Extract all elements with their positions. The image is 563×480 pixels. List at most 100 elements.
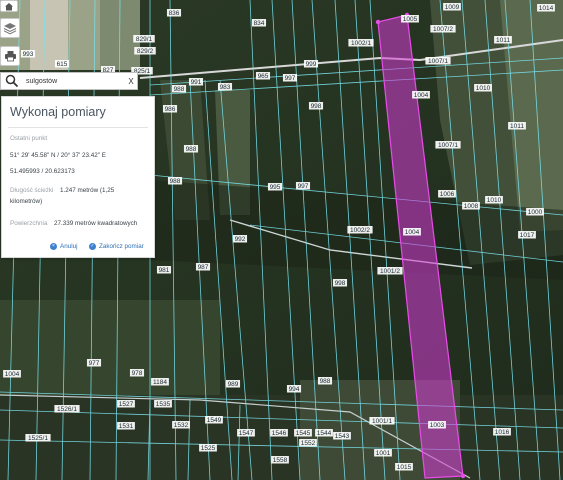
path-length-label: Długość ścieżki bbox=[10, 187, 54, 194]
svg-text:1004: 1004 bbox=[414, 92, 429, 99]
svg-text:1006: 1006 bbox=[440, 191, 455, 198]
cancel-label: Anuluj bbox=[60, 243, 78, 250]
home-icon bbox=[5, 2, 13, 10]
svg-text:1001/2: 1001/2 bbox=[380, 268, 400, 275]
parcel-number-label: 998 bbox=[308, 102, 324, 110]
parcel-number-label: 997 bbox=[295, 182, 311, 190]
parcel-number-label: 993 bbox=[20, 50, 36, 58]
parcel-number-label: 995 bbox=[267, 183, 283, 191]
measurement-vertex[interactable] bbox=[460, 473, 466, 479]
parcel-number-label: 1552 bbox=[299, 439, 317, 447]
svg-text:1558: 1558 bbox=[273, 457, 288, 464]
svg-text:615: 615 bbox=[57, 61, 68, 68]
area-value: 27.339 metrów kwadratowych bbox=[54, 220, 138, 227]
parcel-number-label: 1006 bbox=[438, 190, 456, 198]
measurement-vertex[interactable] bbox=[375, 19, 381, 25]
parcel-number-label: 829/1 bbox=[133, 35, 155, 43]
svg-text:1010: 1010 bbox=[476, 85, 491, 92]
parcel-number-label: 1017 bbox=[518, 231, 536, 239]
svg-text:977: 977 bbox=[89, 360, 100, 367]
svg-text:1002/1: 1002/1 bbox=[351, 40, 371, 47]
svg-text:1011: 1011 bbox=[496, 37, 510, 44]
svg-text:1552: 1552 bbox=[301, 440, 316, 447]
svg-text:1004: 1004 bbox=[5, 371, 20, 378]
svg-text:988: 988 bbox=[170, 178, 181, 185]
svg-text:989: 989 bbox=[228, 381, 239, 388]
svg-text:1543: 1543 bbox=[335, 433, 350, 440]
svg-text:1545: 1545 bbox=[296, 430, 311, 437]
printer-icon bbox=[4, 51, 16, 62]
clear-search-button[interactable]: X bbox=[125, 77, 137, 86]
layers-button[interactable] bbox=[0, 18, 20, 38]
parcel-number-label: 1008 bbox=[462, 202, 480, 210]
parcel-number-label: 1544 bbox=[315, 429, 333, 437]
parcel-number-label: 1549 bbox=[205, 416, 223, 424]
parcel-number-label: 1004 bbox=[412, 91, 430, 99]
home-button[interactable] bbox=[0, 0, 18, 12]
svg-text:991: 991 bbox=[191, 79, 202, 86]
svg-text:981: 981 bbox=[159, 267, 170, 274]
parcel-number-label: 997 bbox=[282, 74, 298, 82]
svg-text:1007/1: 1007/1 bbox=[438, 142, 458, 149]
svg-text:988: 988 bbox=[320, 378, 331, 385]
svg-text:987: 987 bbox=[198, 264, 209, 271]
parcel-number-label: 1007/1 bbox=[425, 57, 451, 65]
parcel-number-label: 1005 bbox=[401, 15, 419, 23]
svg-text:998: 998 bbox=[311, 103, 322, 110]
panel-title: Wykonaj pomiary bbox=[10, 105, 106, 119]
coords-decimal: 51.495993 / 20.623173 bbox=[10, 168, 75, 175]
svg-text:988: 988 bbox=[186, 146, 197, 153]
parcel-number-label: 1016 bbox=[493, 428, 511, 436]
check-icon: ✓ bbox=[89, 243, 96, 250]
area-label: Powierzchnia bbox=[10, 220, 48, 227]
svg-text:992: 992 bbox=[235, 236, 246, 243]
parcel-number-label: 977 bbox=[86, 359, 102, 367]
parcel-number-label: 1000 bbox=[526, 208, 544, 216]
search-icon[interactable] bbox=[4, 73, 20, 89]
svg-text:1015: 1015 bbox=[397, 464, 412, 471]
svg-text:1527: 1527 bbox=[119, 401, 134, 408]
svg-text:1005: 1005 bbox=[403, 16, 418, 23]
parcel-number-label: 1002/1 bbox=[348, 39, 374, 47]
parcel-number-label: 986 bbox=[162, 105, 178, 113]
parcel-number-label: 1558 bbox=[271, 456, 289, 464]
svg-text:834: 834 bbox=[254, 20, 265, 27]
parcel-number-label: 615 bbox=[54, 60, 70, 68]
svg-text:1004: 1004 bbox=[405, 229, 420, 236]
svg-text:1017: 1017 bbox=[520, 232, 535, 239]
parcel-number-label: 988 bbox=[317, 377, 333, 385]
svg-text:978: 978 bbox=[132, 370, 143, 377]
search-input[interactable] bbox=[20, 74, 125, 88]
parcel-number-label: 1015 bbox=[395, 463, 413, 471]
parcel-number-label: 989 bbox=[225, 380, 241, 388]
svg-text:998: 998 bbox=[335, 280, 346, 287]
svg-text:1002/2: 1002/2 bbox=[350, 227, 370, 234]
svg-text:1532: 1532 bbox=[174, 422, 189, 429]
svg-text:1525: 1525 bbox=[201, 445, 216, 452]
measure-panel: Wykonaj pomiary Ostatni punkt 51° 29' 45… bbox=[1, 96, 155, 258]
finish-measure-button[interactable]: ✓ Zakończ pomiar bbox=[89, 243, 144, 250]
parcel-number-label: 981 bbox=[156, 266, 172, 274]
svg-text:1007/2: 1007/2 bbox=[433, 26, 453, 33]
svg-text:994: 994 bbox=[289, 386, 300, 393]
svg-text:986: 986 bbox=[165, 106, 176, 113]
svg-text:1535: 1535 bbox=[156, 401, 171, 408]
parcel-number-label: 1531 bbox=[117, 422, 135, 430]
parcel-number-label: 1011 bbox=[508, 122, 526, 130]
svg-text:999: 999 bbox=[306, 61, 317, 68]
cancel-icon: × bbox=[50, 243, 57, 250]
parcel-number-label: 1543 bbox=[333, 432, 351, 440]
parcel-number-label: 1545 bbox=[294, 429, 312, 437]
cancel-button[interactable]: × Anuluj bbox=[50, 243, 78, 250]
parcel-number-label: 994 bbox=[286, 385, 302, 393]
svg-text:1016: 1016 bbox=[495, 429, 510, 436]
svg-text:988: 988 bbox=[174, 86, 185, 93]
print-button[interactable] bbox=[0, 46, 20, 66]
svg-text:997: 997 bbox=[285, 75, 296, 82]
parcel-number-label: 1546 bbox=[270, 429, 288, 437]
svg-text:1009: 1009 bbox=[445, 4, 460, 11]
svg-text:1001/1: 1001/1 bbox=[372, 418, 392, 425]
svg-text:1531: 1531 bbox=[119, 423, 134, 430]
svg-text:995: 995 bbox=[270, 184, 281, 191]
svg-text:965: 965 bbox=[258, 73, 269, 80]
